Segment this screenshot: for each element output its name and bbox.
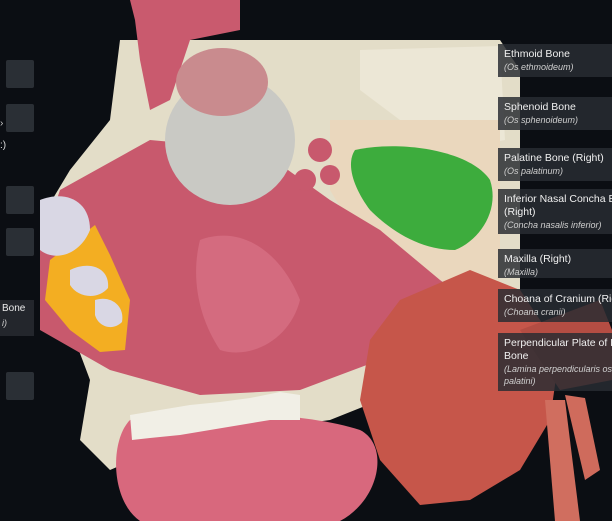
label-name: Inferior Nasal Concha Bo bbox=[504, 193, 612, 205]
anatomy-viewer[interactable]: › :) Bone i) Ethmoid Bone (Os ethmoideum… bbox=[0, 0, 612, 521]
label-ethmoid-bone[interactable]: Ethmoid Bone (Os ethmoideum) bbox=[498, 44, 612, 77]
tissue-nodule bbox=[294, 169, 316, 191]
label-name: Perpendicular Plate of P bbox=[504, 337, 612, 349]
label-perpendicular-plate[interactable]: Perpendicular Plate of P Bone (Lamina pe… bbox=[498, 333, 612, 391]
panel-tab[interactable] bbox=[6, 228, 34, 256]
label-latin: (Os palatinum) bbox=[504, 166, 564, 176]
label-latin: (Concha nasalis inferior) bbox=[504, 220, 602, 230]
olfactory-bulb bbox=[176, 48, 268, 116]
label-latin: i) bbox=[2, 318, 7, 328]
label-name: Palatine Bone (Right) bbox=[504, 152, 604, 164]
label-maxilla[interactable]: Maxilla (Right) (Maxilla) bbox=[498, 249, 612, 278]
label-latin: (Lamina perpendicularis oss bbox=[504, 364, 612, 374]
label-palatine-bone[interactable]: Palatine Bone (Right) (Os palatinum) bbox=[498, 148, 612, 181]
label-name-line2: (Right) bbox=[504, 206, 536, 218]
label-latin: (Choana cranii) bbox=[504, 307, 566, 317]
label-choana-of-cranium[interactable]: Choana of Cranium (Righ (Choana cranii) bbox=[498, 289, 612, 322]
partial-label: :) bbox=[0, 140, 7, 151]
label-name-line2: Bone bbox=[504, 350, 529, 362]
chevron-right-icon[interactable]: › bbox=[0, 118, 3, 129]
panel-tab[interactable] bbox=[6, 60, 34, 88]
tissue-nodule bbox=[320, 165, 340, 185]
panel-tab[interactable] bbox=[6, 186, 34, 214]
panel-tab[interactable] bbox=[6, 372, 34, 400]
label-latin: (Os ethmoideum) bbox=[504, 62, 574, 72]
label-latin: (Maxilla) bbox=[504, 267, 539, 277]
label-inferior-nasal-concha[interactable]: Inferior Nasal Concha Bo (Right) (Concha… bbox=[498, 189, 612, 234]
label-name: Maxilla (Right) bbox=[504, 253, 572, 265]
label-name: Choana of Cranium (Righ bbox=[504, 293, 612, 305]
partial-bone-label[interactable]: Bone i) bbox=[0, 300, 34, 336]
tissue-nodule bbox=[308, 138, 332, 162]
label-name: Sphenoid Bone bbox=[504, 101, 576, 113]
label-sphenoid-bone[interactable]: Sphenoid Bone (Os sphenoideum) bbox=[498, 97, 612, 130]
label-name: Bone bbox=[2, 303, 26, 314]
label-latin: (Os sphenoideum) bbox=[504, 115, 579, 125]
panel-tab[interactable] bbox=[6, 104, 34, 132]
label-latin-line2: palatini) bbox=[504, 376, 536, 386]
label-name: Ethmoid Bone bbox=[504, 48, 570, 60]
